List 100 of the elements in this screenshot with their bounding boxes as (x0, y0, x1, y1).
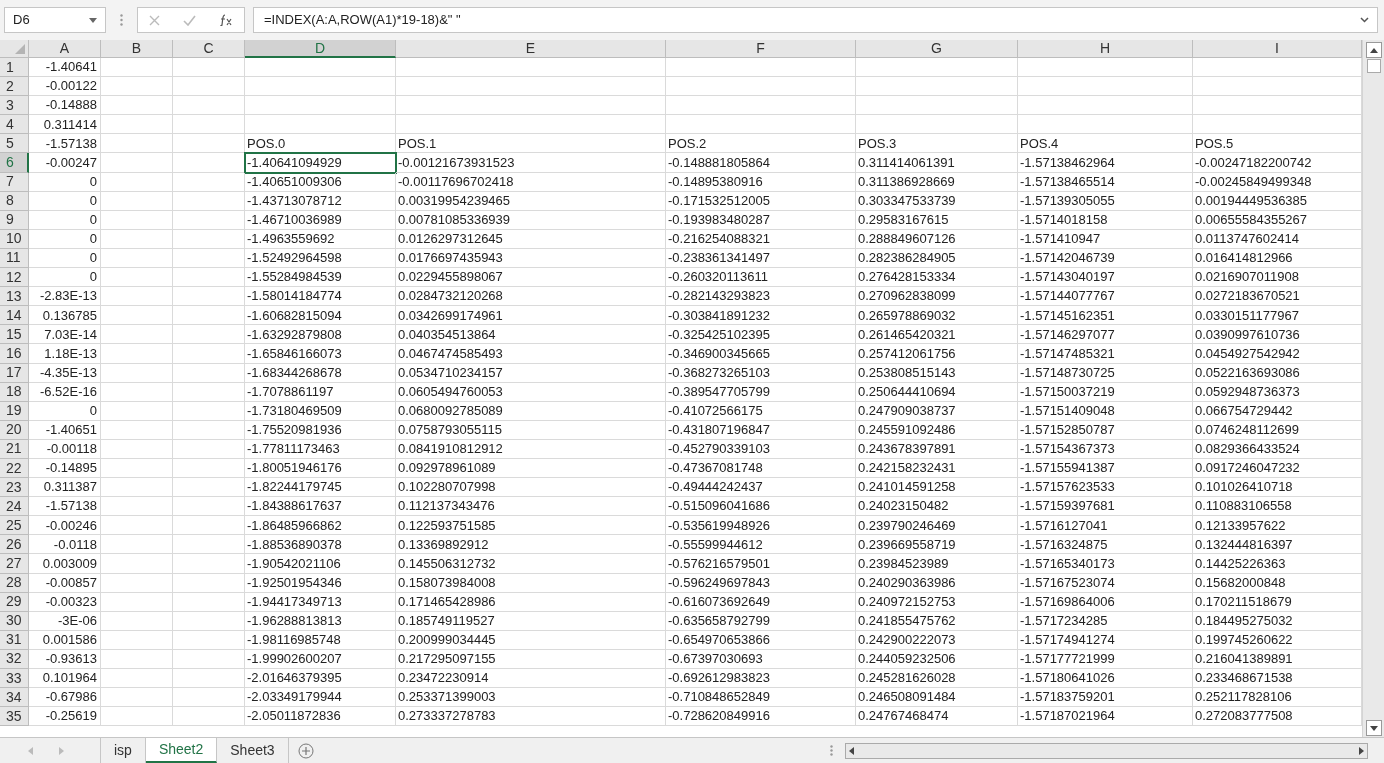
table-cell: 0.12133957622 (1193, 516, 1362, 536)
table-cell: 0.101026410718 (1193, 478, 1362, 498)
table-cell: -0.452790339103 (666, 439, 856, 459)
table-cell: -1.57150037219 (1018, 382, 1193, 402)
column-header[interactable]: B (101, 40, 173, 58)
table-cell: 0.311414061391 (856, 153, 1018, 173)
table-cell: POS.0 (245, 134, 396, 154)
more-icon[interactable] (830, 745, 833, 756)
row-header[interactable]: 15 (0, 325, 29, 345)
table-cell: -1.84388617637 (245, 497, 396, 517)
table-cell (101, 115, 173, 135)
more-icon[interactable] (120, 14, 123, 26)
table-cell: POS.4 (1018, 134, 1193, 154)
row-header[interactable]: 23 (0, 478, 29, 498)
table-cell: 0.185749119527 (396, 611, 666, 631)
table-cell: -1.65846166073 (245, 344, 396, 364)
column-header[interactable]: C (173, 40, 245, 58)
table-cell: 0.253371399003 (396, 688, 666, 708)
cancel-icon[interactable] (149, 14, 161, 26)
table-cell (173, 707, 245, 727)
table-cell: -1.92501954346 (245, 573, 396, 593)
column-header[interactable]: F (666, 40, 856, 58)
table-cell (173, 478, 245, 498)
table-cell: -1.57159397681 (1018, 497, 1193, 517)
column-header[interactable]: A (29, 40, 101, 58)
table-cell: 0.23984523989 (856, 554, 1018, 574)
table-cell: 0.239790246469 (856, 516, 1018, 536)
table-cell (101, 191, 173, 211)
scroll-thumb[interactable] (1366, 59, 1381, 73)
next-sheet-icon[interactable] (59, 746, 64, 755)
row-header[interactable]: 14 (0, 306, 29, 326)
row-header[interactable]: 24 (0, 497, 29, 517)
row-header[interactable]: 34 (0, 688, 29, 708)
function-icon[interactable] (218, 14, 233, 26)
table-cell (173, 630, 245, 650)
scroll-up-button[interactable] (1365, 42, 1382, 58)
table-cell: 0.00655584355267 (1193, 210, 1362, 230)
row-header[interactable]: 33 (0, 669, 29, 689)
table-cell: 0.240972152753 (856, 592, 1018, 612)
row-header[interactable]: 12 (0, 268, 29, 288)
table-cell (173, 363, 245, 383)
right-arrow-icon[interactable] (1359, 746, 1364, 755)
table-cell (173, 382, 245, 402)
table-cell: POS.3 (856, 134, 1018, 154)
row-header[interactable]: 3 (0, 96, 29, 116)
table-cell: -2.05011872836 (245, 707, 396, 727)
expand-icon[interactable] (1360, 17, 1369, 23)
confirm-icon[interactable] (183, 14, 196, 26)
table-cell: -1.57187021964 (1018, 707, 1193, 727)
table-cell: -0.148881805864 (666, 153, 856, 173)
column-header[interactable]: I (1193, 40, 1362, 58)
table-cell: -1.571410947 (1018, 229, 1193, 249)
table-cell: 0.311414 (29, 115, 101, 135)
table-cell: 0.29583167615 (856, 210, 1018, 230)
table-cell: -0.55599944612 (666, 535, 856, 555)
table-cell (101, 649, 173, 669)
table-cell: 0.170211518679 (1193, 592, 1362, 612)
scroll-down-button[interactable] (1365, 720, 1382, 736)
row-header[interactable]: 4 (0, 115, 29, 135)
row-header[interactable]: 2 (0, 77, 29, 97)
horizontal-scrollbar[interactable] (845, 742, 1368, 759)
table-cell: -1.46710036989 (245, 210, 396, 230)
add-sheet-icon[interactable] (297, 742, 314, 759)
row-header[interactable]: 26 (0, 535, 29, 555)
sheet-tab[interactable]: Sheet2 (145, 738, 218, 763)
select-all-icon[interactable] (15, 44, 25, 54)
table-cell: -0.00122 (29, 77, 101, 97)
table-cell: -0.0118 (29, 535, 101, 555)
previous-sheet-icon[interactable] (28, 746, 33, 755)
left-arrow-icon[interactable] (849, 746, 854, 755)
table-cell: 0.00781085336939 (396, 210, 666, 230)
table-cell: 0.311387 (29, 478, 101, 498)
sheet-tab[interactable]: isp (101, 738, 146, 763)
table-cell: 0.244059232506 (856, 649, 1018, 669)
table-cell: -0.47367081748 (666, 458, 856, 479)
name-box[interactable]: D6 (4, 7, 106, 33)
row-header[interactable]: 5 (0, 134, 29, 154)
table-cell (173, 210, 245, 230)
row-header[interactable]: 27 (0, 554, 29, 574)
table-cell (173, 554, 245, 574)
row-header[interactable]: 16 (0, 344, 29, 364)
table-cell (101, 268, 173, 288)
table-cell: 0.0522163693086 (1193, 363, 1362, 383)
row-header[interactable]: 6 (0, 153, 29, 173)
table-cell (173, 306, 245, 326)
table-cell: -0.00117696702418 (396, 172, 666, 192)
column-header[interactable]: H (1018, 40, 1193, 58)
column-header[interactable]: G (856, 40, 1018, 58)
row-header[interactable]: 13 (0, 287, 29, 307)
formula-field[interactable]: =INDEX(A:A,ROW(A1)*19-18)&" " (253, 7, 1378, 33)
table-cell: 0.132444816397 (1193, 535, 1362, 555)
row-header[interactable]: 35 (0, 707, 29, 727)
row-header[interactable]: 25 (0, 516, 29, 536)
sheet-tab[interactable]: Sheet3 (217, 738, 289, 763)
column-header[interactable]: E (396, 40, 666, 58)
column-header[interactable]: D (245, 40, 396, 58)
table-cell: -1.40651 (29, 420, 101, 440)
table-cell: -0.00857 (29, 573, 101, 593)
table-cell: 0.0126297312645 (396, 229, 666, 249)
row-header[interactable]: 1 (0, 58, 29, 78)
